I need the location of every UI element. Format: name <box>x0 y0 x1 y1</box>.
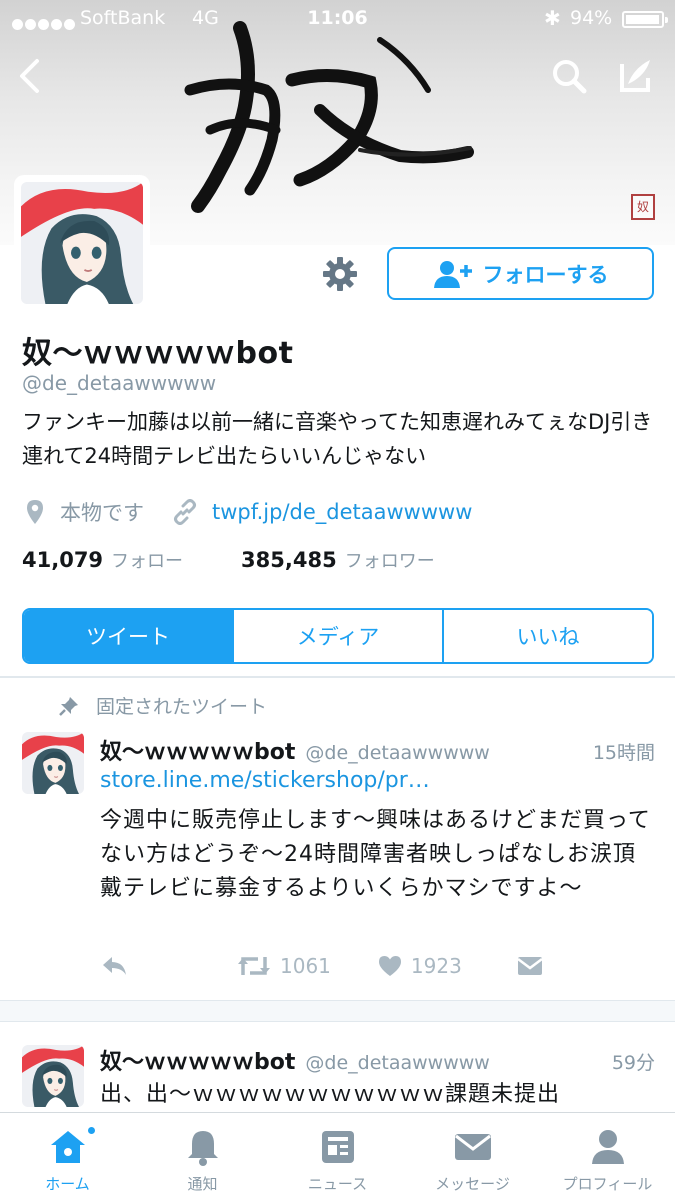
compose-quill-icon <box>620 60 650 92</box>
reply-button[interactable] <box>100 954 128 978</box>
bluetooth-icon: ✱ <box>544 6 561 30</box>
followers-label[interactable]: フォロワー <box>345 547 435 573</box>
profile-avatar[interactable] <box>14 175 150 311</box>
profile-display-name: 奴〜ｗｗｗｗｗbot <box>22 336 294 371</box>
tab-media[interactable]: メディア <box>232 610 442 662</box>
new-content-dot <box>86 1125 97 1136</box>
add-user-icon <box>433 260 472 288</box>
tab-profile[interactable]: プロフィール <box>540 1113 675 1200</box>
bell-icon <box>187 1131 218 1166</box>
envelope-icon <box>517 957 543 975</box>
compose-tweet-button[interactable] <box>612 52 660 100</box>
avatar-image <box>22 1045 84 1107</box>
tab-notifications[interactable]: 通知 <box>135 1113 270 1200</box>
profile-stats: 41,079 フォロー 385,485 フォロワー <box>22 547 435 573</box>
tweet-author-name[interactable]: 奴〜ｗｗｗｗｗbot <box>100 734 295 766</box>
back-button[interactable] <box>6 52 54 100</box>
profile-website-link[interactable]: twpf.jp/de_detaawwwww <box>212 500 472 524</box>
tab-notifications-label: 通知 <box>187 1175 218 1193</box>
battery-percentage: 94% <box>570 7 613 29</box>
tab-home-label: ホーム <box>45 1175 90 1193</box>
pinned-tweet-label: 固定されたツイート <box>96 696 268 718</box>
news-icon <box>321 1131 354 1163</box>
like-button[interactable]: 1923 <box>377 954 462 978</box>
retweet-button[interactable]: 1061 <box>236 953 331 979</box>
profile-bio: ファンキー加藤は以前一緒に音楽やってた知恵遅れみてぇなDJ引き連れて24時間テレ… <box>22 410 653 468</box>
tweet-header: 奴〜ｗｗｗｗｗbot @de_detaawwwww 15時間 <box>100 734 655 766</box>
follow-button-label: フォローする <box>482 262 609 287</box>
person-icon <box>591 1130 624 1164</box>
profile-settings-button[interactable] <box>318 252 362 296</box>
tweet-timestamp: 15時間 <box>592 742 655 764</box>
seal-stamp: 奴 <box>631 194 655 220</box>
calligraphy-banner-image <box>184 21 474 213</box>
tab-news-label: ニュース <box>307 1175 368 1193</box>
avatar-image <box>21 182 143 304</box>
avatar-image <box>22 732 84 794</box>
home-icon <box>50 1131 85 1163</box>
reply-icon <box>103 957 126 975</box>
like-count: 1923 <box>410 954 462 978</box>
tab-home[interactable]: ホーム <box>0 1113 135 1200</box>
tab-messages-label: メッセージ <box>435 1175 510 1193</box>
profile-meta: 本物です twpf.jp/de_detaawwwww <box>22 496 472 528</box>
tweet-author-handle[interactable]: @de_detaawwwww <box>305 742 489 764</box>
search-button[interactable] <box>545 52 593 100</box>
bottom-tab-bar: ホーム 通知 ニュース メッセージ プロフィール <box>0 1112 675 1200</box>
tweet-avatar[interactable] <box>22 732 84 794</box>
retweet-count: 1061 <box>280 954 331 978</box>
following-label[interactable]: フォロー <box>111 547 183 573</box>
tweet-author-handle[interactable]: @de_detaawwwww <box>305 1052 489 1074</box>
retweet-icon <box>238 957 270 975</box>
tweet-avatar[interactable] <box>22 1045 84 1107</box>
search-icon <box>553 60 587 94</box>
profile-location: 本物です <box>60 501 144 525</box>
tab-messages[interactable]: メッセージ <box>405 1113 540 1200</box>
tab-likes[interactable]: いいね <box>442 610 652 662</box>
tab-news[interactable]: ニュース <box>270 1113 405 1200</box>
tweet-actions: 1061 1923 <box>100 953 560 979</box>
tab-profile-label: プロフィール <box>562 1175 653 1193</box>
envelope-icon <box>454 1134 491 1160</box>
direct-message-button[interactable] <box>516 954 544 978</box>
tweet-link[interactable]: store.line.me/stickershop/pr… <box>100 768 430 793</box>
heart-icon <box>378 956 401 976</box>
following-count[interactable]: 41,079 <box>22 548 103 572</box>
followers-count[interactable]: 385,485 <box>241 548 337 572</box>
chevron-left-icon <box>20 59 39 93</box>
follow-button[interactable]: フォローする <box>387 247 654 300</box>
section-divider <box>0 676 675 678</box>
battery-icon <box>622 11 668 28</box>
profile-handle: @de_detaawwwww <box>22 371 217 395</box>
tweet-timestamp: 59分 <box>611 1052 655 1074</box>
link-icon <box>174 499 196 525</box>
tweet-text: 出、出〜ｗｗｗｗｗｗｗｗｗｗｗ課題未提出 <box>100 1082 561 1107</box>
tweet-separator <box>0 1000 675 1022</box>
tweet-author-name[interactable]: 奴〜ｗｗｗｗｗbot <box>100 1044 295 1076</box>
gear-icon <box>323 257 357 291</box>
tweet-header: 奴〜ｗｗｗｗｗbot @de_detaawwwww 59分 <box>100 1044 655 1076</box>
pin-icon <box>59 696 78 716</box>
tweet-text: 今週中に販売停止します〜興味はあるけどまだ買ってない方はどうぞ〜24時間障害者映… <box>100 808 651 901</box>
profile-tabs: ツイート メディア いいね <box>22 608 654 664</box>
location-pin-icon <box>27 500 43 524</box>
tab-tweets[interactable]: ツイート <box>24 610 232 662</box>
pinned-tweet-indicator: 固定されたツイート <box>58 692 267 719</box>
